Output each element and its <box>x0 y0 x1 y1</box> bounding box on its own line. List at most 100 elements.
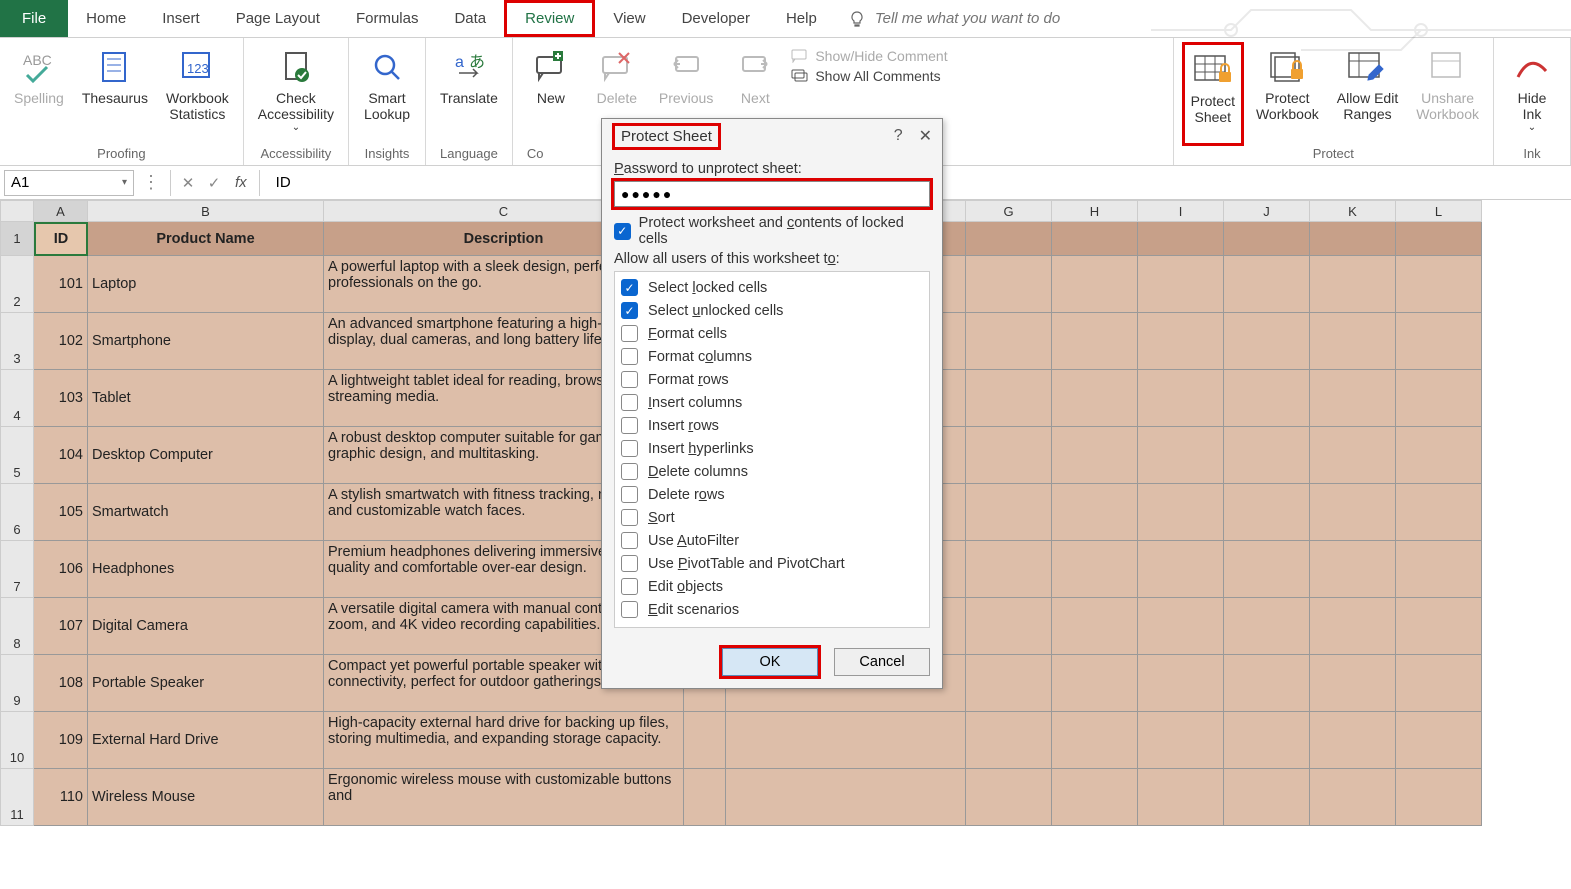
cell[interactable] <box>1224 769 1310 826</box>
cell[interactable] <box>1310 256 1396 313</box>
cell[interactable] <box>1310 427 1396 484</box>
tab-review[interactable]: Review <box>504 0 595 37</box>
cell[interactable] <box>726 712 966 769</box>
cell[interactable] <box>1138 222 1224 256</box>
cell[interactable] <box>1396 598 1482 655</box>
checkbox[interactable] <box>621 440 638 457</box>
tab-formulas[interactable]: Formulas <box>338 0 437 37</box>
cell[interactable]: 107 <box>34 598 88 655</box>
checkbox[interactable] <box>621 325 638 342</box>
cell[interactable] <box>1052 769 1138 826</box>
row-header[interactable]: 11 <box>0 769 34 826</box>
row-header[interactable]: 1 <box>0 222 34 256</box>
show-all-comments-button[interactable]: Show All Comments <box>791 68 947 84</box>
permission-item[interactable]: Format cells <box>621 322 923 345</box>
protect-contents-checkbox[interactable]: ✓ <box>614 223 631 240</box>
tab-developer[interactable]: Developer <box>664 0 768 37</box>
tab-file[interactable]: File <box>0 0 68 37</box>
tab-insert[interactable]: Insert <box>144 0 218 37</box>
row-header[interactable]: 2 <box>0 256 34 313</box>
cell[interactable] <box>1052 598 1138 655</box>
workbook-statistics-button[interactable]: 123Workbook Statistics <box>160 42 235 146</box>
permission-item[interactable]: Insert rows <box>621 414 923 437</box>
cell[interactable]: Portable Speaker <box>88 655 324 712</box>
checkbox[interactable] <box>621 417 638 434</box>
cell[interactable] <box>1310 222 1396 256</box>
cell[interactable] <box>1396 222 1482 256</box>
cell[interactable] <box>1396 256 1482 313</box>
hide-ink-button[interactable]: Hide Ink⌄ <box>1502 42 1562 146</box>
permission-item[interactable]: Use PivotTable and PivotChart <box>621 552 923 575</box>
col-header-k[interactable]: K <box>1310 200 1396 222</box>
cell[interactable] <box>1224 655 1310 712</box>
cell[interactable]: Laptop <box>88 256 324 313</box>
permission-item[interactable]: Insert columns <box>621 391 923 414</box>
cell[interactable] <box>1396 712 1482 769</box>
cancel-button[interactable]: Cancel <box>834 648 930 676</box>
cell[interactable]: Headphones <box>88 541 324 598</box>
cell[interactable]: 110 <box>34 769 88 826</box>
cell[interactable] <box>1138 484 1224 541</box>
checkbox[interactable]: ✓ <box>621 279 638 296</box>
col-header-a[interactable]: A <box>34 200 88 222</box>
cell[interactable] <box>684 712 726 769</box>
col-header-b[interactable]: B <box>88 200 324 222</box>
cell[interactable] <box>1224 313 1310 370</box>
cell[interactable]: 106 <box>34 541 88 598</box>
ok-button[interactable]: OK <box>722 648 818 676</box>
permission-item[interactable]: ✓ Select unlocked cells <box>621 299 923 322</box>
permission-item[interactable]: Sort <box>621 506 923 529</box>
password-input[interactable] <box>614 181 930 207</box>
cell[interactable] <box>1138 313 1224 370</box>
checkbox[interactable] <box>621 394 638 411</box>
tab-help[interactable]: Help <box>768 0 835 37</box>
cell[interactable] <box>726 769 966 826</box>
cell[interactable]: Digital Camera <box>88 598 324 655</box>
tab-data[interactable]: Data <box>436 0 504 37</box>
cell[interactable] <box>1310 598 1396 655</box>
permission-item[interactable]: Edit scenarios <box>621 598 923 621</box>
expand-icon[interactable]: ⋮ <box>138 172 164 193</box>
checkbox[interactable] <box>621 601 638 618</box>
col-header-g[interactable]: G <box>966 200 1052 222</box>
spelling-button[interactable]: ABCSpelling <box>8 42 70 146</box>
protect-sheet-button[interactable]: Protect Sheet <box>1182 42 1244 146</box>
cell[interactable] <box>1310 541 1396 598</box>
cell[interactable] <box>1396 370 1482 427</box>
tab-home[interactable]: Home <box>68 0 144 37</box>
select-all-cell[interactable] <box>0 200 34 222</box>
cell[interactable] <box>1310 370 1396 427</box>
name-box[interactable]: A1▾ <box>4 170 134 196</box>
cell[interactable] <box>1396 655 1482 712</box>
cell[interactable] <box>1052 655 1138 712</box>
protect-workbook-button[interactable]: Protect Workbook <box>1250 42 1325 146</box>
checkbox[interactable] <box>621 348 638 365</box>
cell[interactable] <box>1396 427 1482 484</box>
cell[interactable] <box>966 427 1052 484</box>
cell-a1[interactable]: ID <box>34 222 88 256</box>
row-header[interactable]: 6 <box>0 484 34 541</box>
row-header[interactable]: 7 <box>0 541 34 598</box>
cell[interactable] <box>1138 427 1224 484</box>
cell[interactable] <box>1224 427 1310 484</box>
tab-page-layout[interactable]: Page Layout <box>218 0 338 37</box>
cell[interactable]: Desktop Computer <box>88 427 324 484</box>
enter-formula-icon[interactable]: ✓ <box>203 174 225 192</box>
close-icon[interactable]: ✕ <box>919 126 932 146</box>
cell[interactable] <box>1310 769 1396 826</box>
allow-edit-ranges-button[interactable]: Allow Edit Ranges <box>1331 42 1404 146</box>
cell[interactable] <box>966 484 1052 541</box>
checkbox[interactable] <box>621 463 638 480</box>
cell[interactable]: 109 <box>34 712 88 769</box>
tell-me-input[interactable] <box>875 10 1135 27</box>
cell[interactable] <box>1224 598 1310 655</box>
cell[interactable] <box>1052 484 1138 541</box>
cell[interactable]: 105 <box>34 484 88 541</box>
cell[interactable]: Wireless Mouse <box>88 769 324 826</box>
cell[interactable] <box>1224 256 1310 313</box>
cell[interactable]: 102 <box>34 313 88 370</box>
translate-button[interactable]: aあTranslate <box>434 42 504 146</box>
cancel-formula-icon[interactable]: ✕ <box>177 174 199 192</box>
dialog-titlebar[interactable]: Protect Sheet ? ✕ <box>602 119 942 153</box>
row-header[interactable]: 5 <box>0 427 34 484</box>
